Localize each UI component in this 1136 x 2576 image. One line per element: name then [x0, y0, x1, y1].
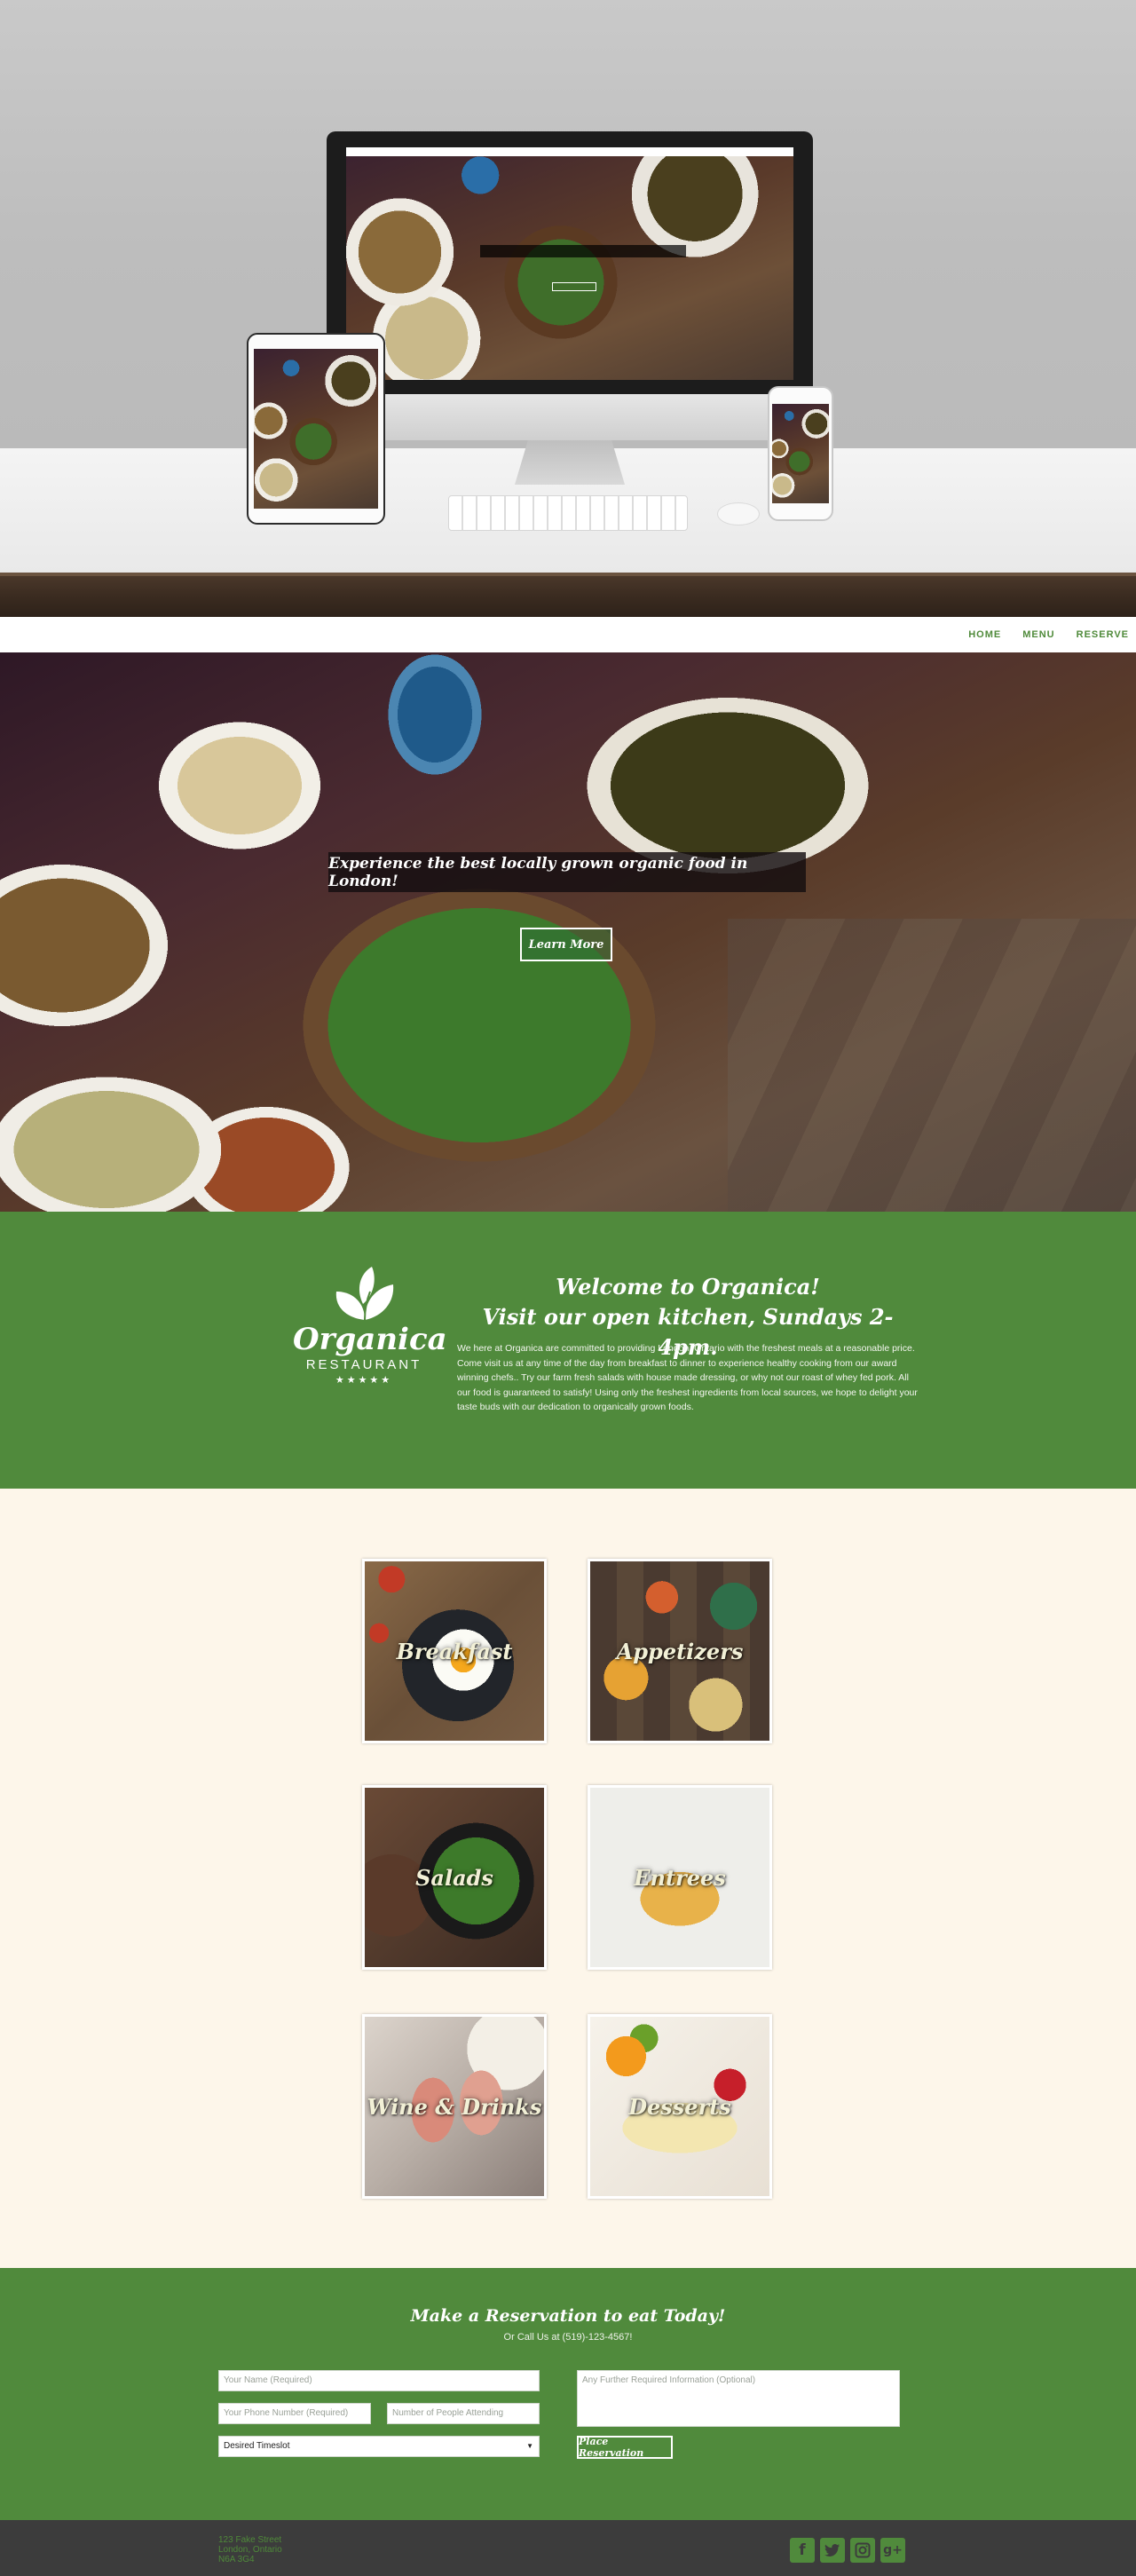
- phone-input[interactable]: Your Phone Number (Required): [218, 2403, 371, 2424]
- address-postal: N6A 3G4: [218, 2555, 255, 2564]
- address-city: London, Ontario: [218, 2545, 282, 2555]
- mouse: [717, 502, 760, 525]
- monitor-chin: [327, 394, 813, 440]
- logo-subtitle: RESTAURANT: [305, 1357, 422, 1372]
- nav-reserve[interactable]: RESERVE: [1077, 629, 1129, 640]
- instagram-icon[interactable]: [850, 2538, 875, 2563]
- menu-tile-label: Salads: [415, 1864, 493, 1891]
- hero-background-image: [728, 919, 1136, 1212]
- monitor-stand: [515, 440, 625, 485]
- reservation-section: Make a Reservation to eat Today! Or Call…: [0, 2268, 1136, 2520]
- reservation-phone-text: Or Call Us at (519)-123-4567!: [503, 2332, 633, 2343]
- footer-address: 123 Fake Street London, Ontario N6A 3G4: [218, 2535, 282, 2564]
- main-navigation: HOME MENU RESERVE: [0, 617, 1136, 652]
- people-count-input[interactable]: Number of People Attending: [387, 2403, 540, 2424]
- social-links: f g+: [790, 2538, 905, 2563]
- welcome-body-text: We here at Organica are committed to pro…: [457, 1343, 918, 1412]
- logo-wordmark: Organica: [293, 1322, 447, 1357]
- device-mockup-showcase: [0, 0, 1136, 617]
- menu-tile-wine-drinks[interactable]: Wine & Drinks: [362, 2014, 547, 2199]
- twitter-icon[interactable]: [820, 2538, 845, 2563]
- hero-banner: Experience the best locally grown organi…: [0, 652, 1136, 1212]
- welcome-title-line1: Welcome to Organica!: [556, 1274, 820, 1300]
- menu-tile-appetizers[interactable]: Appetizers: [588, 1559, 772, 1743]
- learn-more-button[interactable]: Learn More: [520, 928, 612, 961]
- menu-tile-label: Appetizers: [616, 1638, 744, 1664]
- menu-tile-label: Entrees: [634, 1864, 726, 1891]
- facebook-icon[interactable]: f: [790, 2538, 815, 2563]
- timeslot-value: Desired Timeslot: [224, 2441, 290, 2451]
- menu-tile-label: Wine & Drinks: [367, 2093, 542, 2120]
- tablet-screen-preview: [254, 349, 378, 509]
- place-reservation-button[interactable]: Place Reservation: [577, 2436, 673, 2459]
- menu-tile-breakfast[interactable]: Breakfast: [362, 1559, 547, 1743]
- site-footer: 123 Fake Street London, Ontario N6A 3G4 …: [0, 2520, 1136, 2576]
- wood-shelf: [0, 573, 1136, 617]
- menu-tile-entrees[interactable]: Entrees: [588, 1785, 772, 1970]
- nav-home[interactable]: HOME: [968, 629, 1001, 640]
- keyboard: [448, 495, 688, 531]
- logo-stars: ★★★★★: [335, 1375, 393, 1386]
- dropdown-arrow-icon: ▼: [526, 2442, 533, 2450]
- address-street: 123 Fake Street: [218, 2535, 282, 2545]
- reservation-title: Make a Reservation to eat Today!: [410, 2306, 726, 2326]
- additional-info-textarea[interactable]: Any Further Required Information (Option…: [577, 2370, 900, 2427]
- nav-menu[interactable]: MENU: [1022, 629, 1054, 640]
- leaf-icon: [335, 1267, 394, 1321]
- menu-categories: Breakfast Appetizers Salads Entrees Wine…: [0, 1489, 1136, 2268]
- organica-logo: Organica RESTAURANT ★★★★★: [293, 1265, 447, 1398]
- phone-screen-preview: [772, 404, 829, 503]
- welcome-section: Organica RESTAURANT ★★★★★ Welcome to Org…: [0, 1212, 1136, 1489]
- google-plus-icon[interactable]: g+: [880, 2538, 905, 2563]
- hero-tagline: Experience the best locally grown organi…: [328, 852, 806, 892]
- desktop-screen-preview: [346, 147, 793, 380]
- menu-tile-salads[interactable]: Salads: [362, 1785, 547, 1970]
- name-input[interactable]: Your Name (Required): [218, 2370, 540, 2391]
- timeslot-select[interactable]: Desired Timeslot ▼: [218, 2436, 540, 2457]
- menu-tile-label: Breakfast: [396, 1638, 513, 1664]
- menu-tile-desserts[interactable]: Desserts: [588, 2014, 772, 2199]
- menu-tile-label: Desserts: [628, 2093, 731, 2120]
